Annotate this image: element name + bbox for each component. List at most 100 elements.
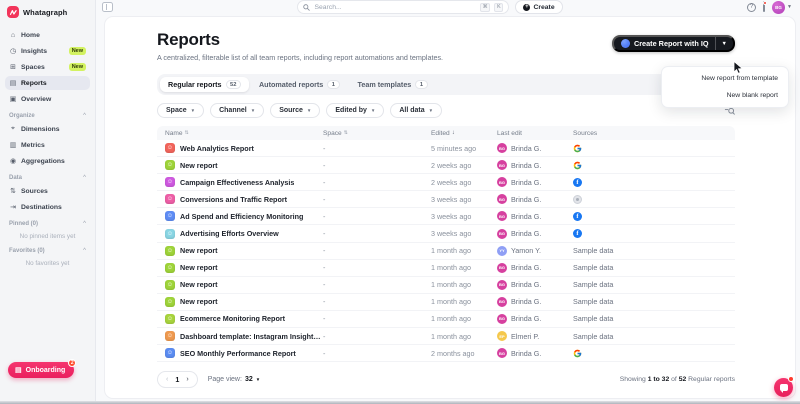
collapse-caret-icon[interactable]: ^	[83, 113, 86, 119]
filter-pill[interactable]: Source ▼	[270, 103, 320, 118]
sidebar-nav-item[interactable]: ▤ Reports	[5, 76, 90, 90]
table-row[interactable]: ☺ New report - 1 month ago YY Yamon Y. S…	[157, 243, 735, 260]
create-report-dropdown: New report from templateNew blank report	[661, 66, 789, 108]
sidebar-nav-item[interactable]: ⌂ Home	[5, 28, 90, 42]
chevron-down-icon: ▼	[787, 4, 792, 10]
table-row[interactable]: ☺ New report - 2 weeks ago BG Brinda G.	[157, 157, 735, 174]
page-view-select[interactable]: Page view: 32 ▼	[208, 376, 261, 383]
table-row[interactable]: ☺ Campaign Effectiveness Analysis - 2 we…	[157, 174, 735, 191]
nav-item-label: Insights	[21, 48, 47, 55]
report-name[interactable]: Ecommerce Monitoring Report	[180, 314, 285, 323]
prev-page-icon[interactable]: ‹	[166, 376, 168, 383]
table-row[interactable]: ☺ Ecommerce Monitoring Report - 1 month …	[157, 311, 735, 328]
help-icon[interactable]: ?	[747, 3, 756, 12]
next-page-icon[interactable]: ›	[186, 376, 188, 383]
report-tab[interactable]: Regular reports 52	[160, 77, 249, 92]
report-name[interactable]: Conversions and Traffic Report	[180, 195, 287, 204]
pinned-header[interactable]: Pinned (0) ^	[5, 221, 90, 227]
section-header[interactable]: Organize ^	[5, 113, 90, 119]
filter-pill[interactable]: Space ▼	[157, 103, 204, 118]
sort-icon[interactable]: ↓	[452, 130, 455, 136]
section-items: ⌖ Dimensions ▥ Metrics ◉ Aggregations	[5, 122, 90, 168]
last-edit-cell: BG Brinda G.	[497, 194, 573, 204]
table-row[interactable]: ☺ Conversions and Traffic Report - 3 wee…	[157, 191, 735, 208]
report-name[interactable]: Web Analytics Report	[180, 144, 254, 153]
table-row[interactable]: ☺ New report - 1 month ago BG Brinda G. …	[157, 277, 735, 294]
sources-cell	[573, 195, 727, 204]
sidebar-nav-item[interactable]: ⇥ Destinations	[5, 200, 90, 214]
user-menu[interactable]: BG ▼	[772, 1, 792, 14]
collapse-caret-icon[interactable]: ^	[83, 248, 86, 254]
editor-avatar: BG	[497, 229, 507, 239]
current-page[interactable]: 1	[175, 375, 179, 384]
onboarding-button[interactable]: ▤ Onboarding 2	[8, 362, 74, 378]
nav-item-icon: ▤	[9, 79, 17, 87]
section-header[interactable]: Data ^	[5, 175, 90, 181]
search-input[interactable]: Search... ⌘ K	[297, 0, 509, 14]
report-tab[interactable]: Team templates 1	[350, 77, 436, 92]
sources-cell: f	[573, 229, 727, 238]
column-header[interactable]: Edited ↓	[431, 130, 497, 137]
sidebar-nav-item[interactable]: ▥ Metrics	[5, 138, 90, 152]
table-row[interactable]: ☺ Web Analytics Report - 5 minutes ago B…	[157, 140, 735, 157]
sidebar-nav-item[interactable]: ⇅ Sources	[5, 184, 90, 198]
sidebar-collapse-icon[interactable]	[102, 2, 113, 12]
report-name-cell: ☺ New report	[165, 246, 323, 256]
favorites-header[interactable]: Favorites (0) ^	[5, 248, 90, 254]
filter-pill[interactable]: Channel ▼	[210, 103, 264, 118]
report-name[interactable]: Advertising Efforts Overview	[180, 229, 279, 238]
report-name[interactable]: Campaign Effectiveness Analysis	[180, 178, 294, 187]
favorites-empty-text: No favorites yet	[5, 257, 90, 268]
collapse-caret-icon[interactable]: ^	[83, 221, 86, 227]
table-row[interactable]: ☺ SEO Monthly Performance Report - 2 mon…	[157, 345, 735, 362]
column-header[interactable]: Name ⇅	[165, 130, 323, 137]
iq-dropdown-caret-icon[interactable]: ▼	[716, 41, 733, 47]
page-view-value[interactable]: 32	[245, 376, 253, 383]
sidebar-nav-item[interactable]: ⊞ Spaces New	[5, 60, 90, 74]
avatar[interactable]: BG	[772, 1, 785, 14]
google-icon	[573, 349, 582, 358]
create-button[interactable]: + Create	[515, 0, 562, 14]
sidebar-nav-item[interactable]: ▣ Overview	[5, 92, 90, 106]
table-row[interactable]: ☺ Dashboard template: Instagram Insights…	[157, 328, 735, 345]
table-row[interactable]: ☺ New report - 1 month ago BG Brinda G. …	[157, 294, 735, 311]
pinned-section: Pinned (0) ^ No pinned items yet	[0, 221, 95, 241]
iq-orb-icon	[621, 39, 630, 48]
sources-cell: f	[573, 212, 727, 221]
report-name[interactable]: New report	[180, 280, 218, 289]
filter-pill[interactable]: All data ▼	[390, 103, 442, 118]
table-row[interactable]: ☺ New report - 1 month ago BG Brinda G. …	[157, 260, 735, 277]
notifications-icon[interactable]	[763, 3, 765, 11]
report-name[interactable]: Dashboard template: Instagram Insights O…	[180, 332, 323, 341]
report-name[interactable]: SEO Monthly Performance Report	[180, 349, 296, 358]
create-report-iq-button[interactable]: Create Report with IQ ▼	[612, 35, 735, 52]
table-row[interactable]: ☺ Advertising Efforts Overview - 3 weeks…	[157, 225, 735, 242]
sort-icon[interactable]: ⇅	[185, 130, 189, 136]
report-name[interactable]: New report	[180, 263, 218, 272]
dropdown-menu-item[interactable]: New report from template	[662, 70, 788, 87]
sidebar-nav-item[interactable]: ⌖ Dimensions	[5, 122, 90, 136]
report-tab[interactable]: Automated reports 1	[251, 77, 348, 92]
whatagraph-logo-icon[interactable]	[7, 6, 19, 18]
report-name[interactable]: New report	[180, 297, 218, 306]
nav-item-icon: ▥	[9, 141, 17, 149]
filter-pill[interactable]: Edited by ▼	[326, 103, 384, 118]
collapse-caret-icon[interactable]: ^	[83, 175, 86, 181]
report-name[interactable]: New report	[180, 246, 218, 255]
last-edit-cell: BG Brinda G.	[497, 177, 573, 187]
column-header[interactable]: Last edit	[497, 130, 573, 137]
column-header[interactable]: Sources	[573, 130, 727, 137]
dropdown-menu-item[interactable]: New blank report	[662, 87, 788, 104]
last-edit-cell: YY Yamon Y.	[497, 246, 573, 256]
chat-icon	[780, 384, 788, 391]
sidebar-nav-item[interactable]: ◉ Aggregations	[5, 154, 90, 168]
nav-item-label: Spaces	[21, 64, 45, 71]
table-row[interactable]: ☺ Ad Spend and Efficiency Monitoring - 3…	[157, 208, 735, 225]
sort-icon[interactable]: ⇅	[344, 130, 348, 136]
report-name[interactable]: Ad Spend and Efficiency Monitoring	[180, 212, 303, 221]
editor-avatar: BG	[497, 348, 507, 358]
report-name[interactable]: New report	[180, 161, 218, 170]
chat-button[interactable]	[774, 378, 793, 397]
sidebar-nav-item[interactable]: ◷ Insights New	[5, 44, 90, 58]
column-header[interactable]: Space ⇅	[323, 130, 431, 137]
